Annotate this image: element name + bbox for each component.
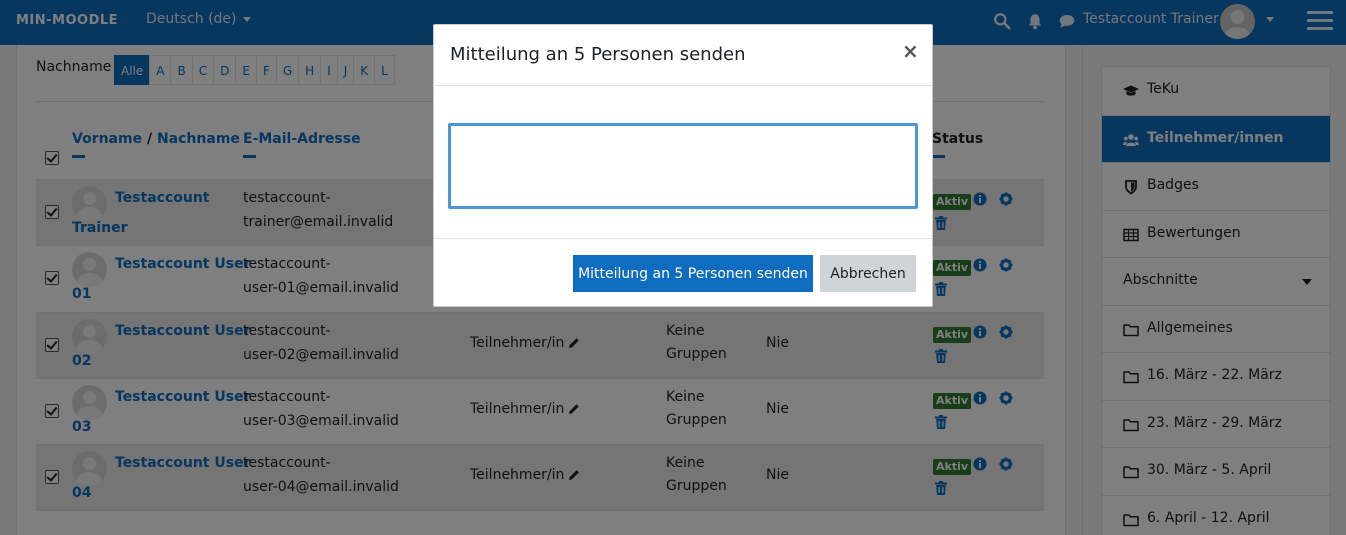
modal-title: Mitteilung an 5 Personen senden [450, 44, 746, 65]
close-icon[interactable]: × [902, 41, 919, 61]
send-message-button[interactable]: Mitteilung an 5 Personen senden [573, 255, 813, 292]
cancel-button[interactable]: Abbrechen [820, 255, 916, 292]
send-message-dialog: Mitteilung an 5 Personen senden × Mittei… [433, 24, 933, 307]
modal-body [434, 86, 932, 238]
modal-footer: Mitteilung an 5 Personen senden Abbreche… [434, 238, 932, 307]
modal-header: Mitteilung an 5 Personen senden × [434, 25, 932, 86]
message-input[interactable] [448, 123, 918, 209]
